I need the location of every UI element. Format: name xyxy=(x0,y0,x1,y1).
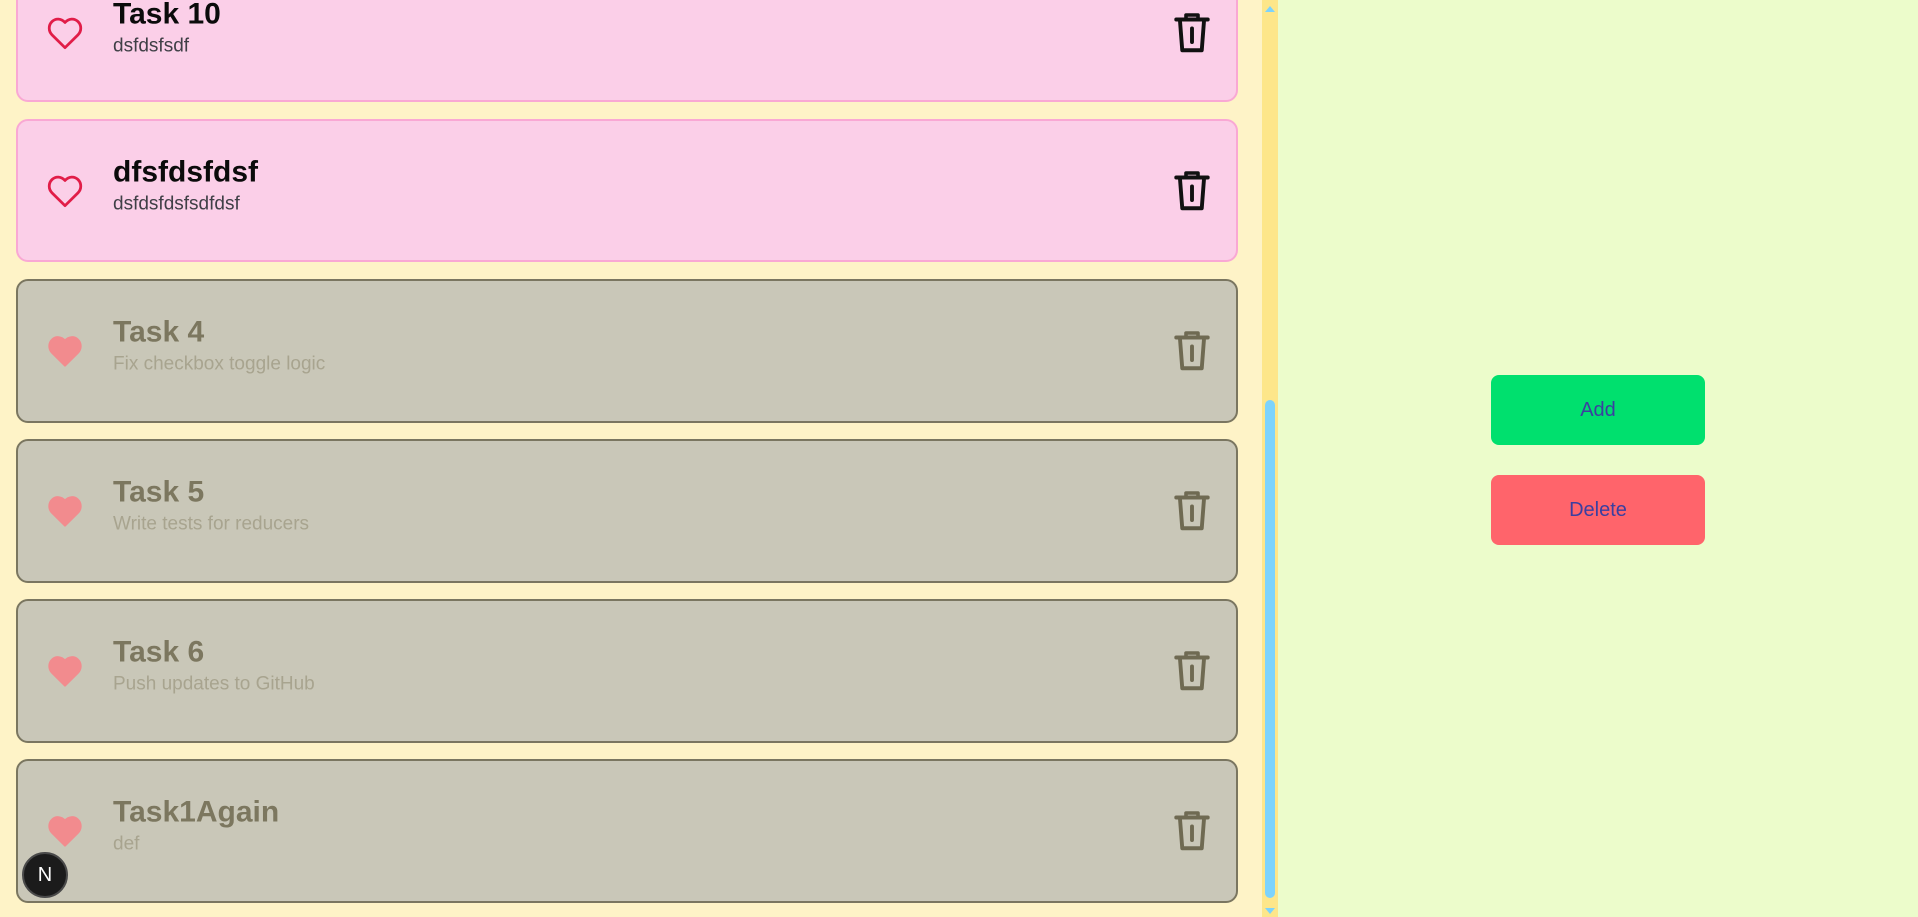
task-title: Task1Again xyxy=(113,795,280,829)
task-title: Task 4 xyxy=(113,315,205,349)
task-title: Task 5 xyxy=(113,475,205,509)
task-description: dsfdsfsdf xyxy=(113,35,190,57)
trash-icon[interactable] xyxy=(1174,490,1210,532)
scroll-down-arrow-icon[interactable] xyxy=(1265,908,1275,914)
task-text: Task 4 Fix checkbox toggle logic xyxy=(113,314,325,377)
delete-button[interactable]: Delete xyxy=(1491,475,1705,545)
heart-icon[interactable] xyxy=(46,494,84,528)
task-card[interactable]: Task 5 Write tests for reducers xyxy=(16,439,1238,583)
task-text: Task 10 dsfdsfsdf xyxy=(113,0,221,59)
trash-icon[interactable] xyxy=(1174,650,1210,692)
task-card[interactable]: dfsfdsfdsf dsfdsfdsfsdfdsf xyxy=(16,119,1238,262)
actions-panel: Add Delete xyxy=(1278,0,1918,917)
heart-icon[interactable] xyxy=(46,814,84,848)
task-text: dfsfdsfdsf dsfdsfdsfsdfdsf xyxy=(113,154,258,217)
task-text: Task 6 Push updates to GitHub xyxy=(113,634,315,697)
dev-indicator-badge[interactable]: N xyxy=(22,852,68,898)
task-description: Fix checkbox toggle logic xyxy=(113,353,326,375)
task-card[interactable]: Task1Again def xyxy=(16,759,1238,903)
vertical-scrollbar[interactable] xyxy=(1262,0,1278,917)
task-list: Task 10 dsfdsfsdf dfsfdsfdsf dsfdsfdsfsd… xyxy=(0,0,1262,917)
task-card[interactable]: Task 6 Push updates to GitHub xyxy=(16,599,1238,743)
add-button[interactable]: Add xyxy=(1491,375,1705,445)
task-description: dsfdsfdsfsdfdsf xyxy=(113,192,240,214)
heart-icon[interactable] xyxy=(46,654,84,688)
scrollbar-thumb[interactable] xyxy=(1265,400,1275,898)
trash-icon[interactable] xyxy=(1174,810,1210,852)
task-description: Push updates to GitHub xyxy=(113,673,315,695)
heart-icon[interactable] xyxy=(46,16,84,50)
heart-icon[interactable] xyxy=(46,174,84,208)
scroll-up-arrow-icon[interactable] xyxy=(1265,6,1275,12)
trash-icon[interactable] xyxy=(1174,170,1210,212)
task-title: Task 10 xyxy=(113,0,221,31)
task-title: dfsfdsfdsf xyxy=(113,154,258,188)
task-card[interactable]: Task 4 Fix checkbox toggle logic xyxy=(16,279,1238,423)
task-text: Task1Again def xyxy=(113,794,279,857)
task-description: Write tests for reducers xyxy=(113,513,310,535)
task-text: Task 5 Write tests for reducers xyxy=(113,474,309,537)
dev-indicator-label: N xyxy=(37,863,53,886)
task-title: Task 6 xyxy=(113,635,205,669)
task-card[interactable]: Task 10 dsfdsfsdf xyxy=(16,0,1238,102)
heart-icon[interactable] xyxy=(46,334,84,368)
trash-icon[interactable] xyxy=(1174,330,1210,372)
trash-icon[interactable] xyxy=(1174,12,1210,54)
task-description: def xyxy=(113,833,140,855)
